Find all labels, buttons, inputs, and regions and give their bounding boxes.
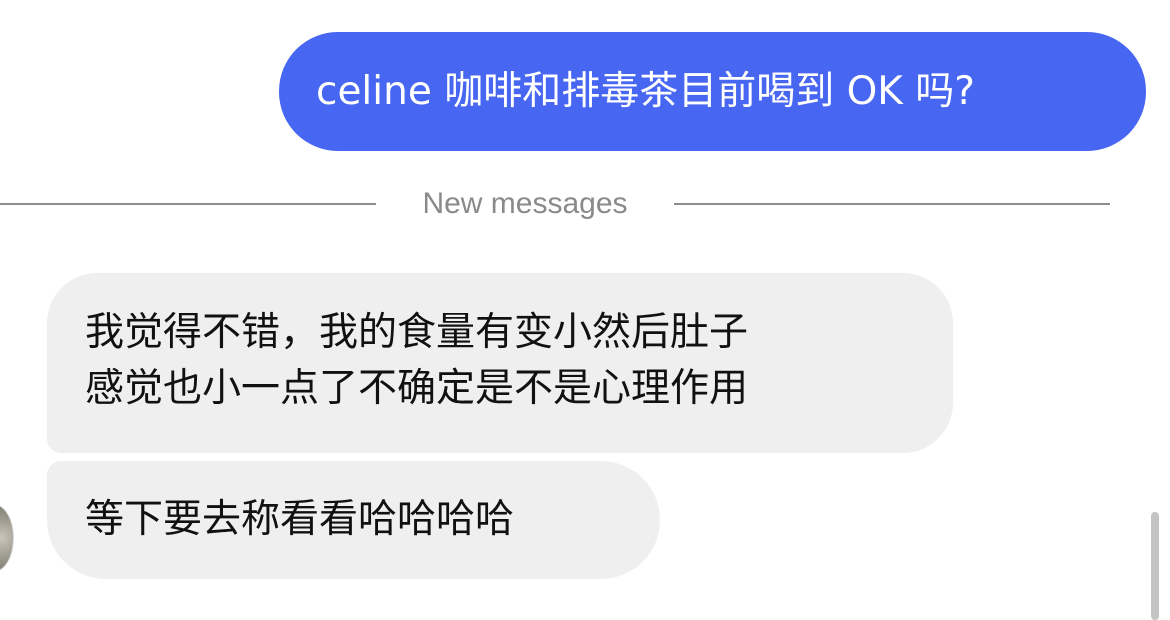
outgoing-message-text: celine 咖啡和排毒茶目前喝到 OK 吗?: [316, 69, 975, 114]
incoming-message-text: 等下要去称看看哈哈哈哈: [85, 497, 515, 542]
incoming-message-bubble[interactable]: 我觉得不错，我的食量有变小然后肚子 感觉也小一点了不确定是不是心理作用: [47, 273, 953, 453]
divider-line-right: [674, 203, 1110, 205]
divider-line-left: [0, 203, 376, 205]
incoming-message-bubble[interactable]: 等下要去称看看哈哈哈哈: [47, 461, 660, 579]
scrollbar-thumb[interactable]: [1151, 512, 1159, 620]
new-messages-divider: New messages: [0, 181, 1110, 227]
chat-thread: celine 咖啡和排毒茶目前喝到 OK 吗? New messages 我觉得…: [0, 0, 1170, 620]
contact-avatar-icon[interactable]: [0, 504, 14, 572]
outgoing-message-bubble[interactable]: celine 咖啡和排毒茶目前喝到 OK 吗?: [279, 32, 1146, 151]
incoming-message-line: 感觉也小一点了不确定是不是心理作用: [85, 366, 749, 411]
new-messages-label: New messages: [422, 187, 628, 220]
incoming-message-line: 我觉得不错，我的食量有变小然后肚子: [85, 310, 749, 355]
